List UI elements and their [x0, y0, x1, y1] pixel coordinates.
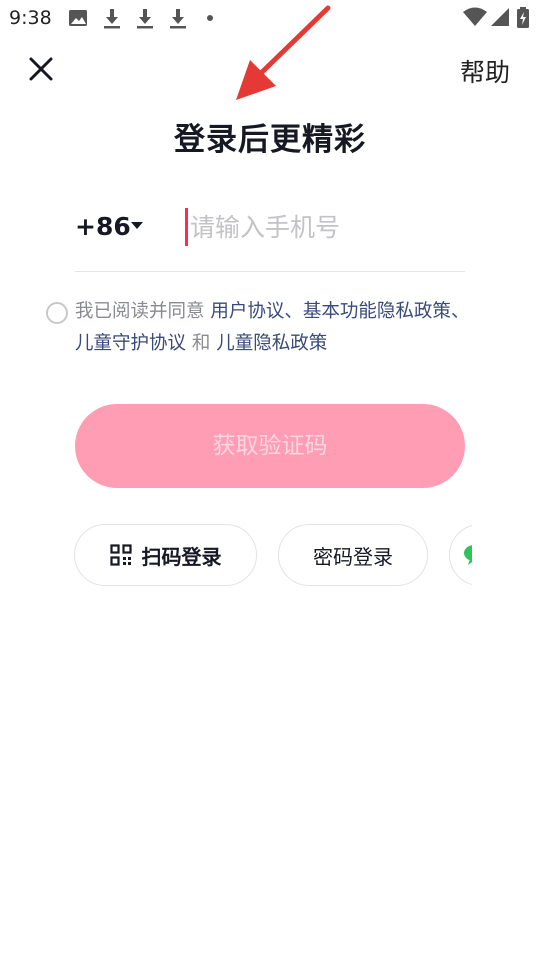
wifi-icon — [463, 7, 487, 26]
agreement-separator: 、 — [284, 301, 303, 322]
child-privacy-policy-link[interactable]: 儿童隐私政策 — [216, 333, 327, 354]
help-link[interactable]: 帮助 — [460, 53, 510, 89]
agreement-checkbox[interactable] — [46, 302, 68, 324]
download-icon — [137, 9, 153, 29]
qr-code-icon — [109, 544, 132, 566]
login-screen: 9:38 帮助 登录后更精彩 +86 请输入手机号 我已阅读并同意 用户协议、基… — [0, 0, 540, 960]
alternative-login-row: 扫码登录 密码登录 — [0, 524, 540, 588]
status-time: 9:38 — [9, 7, 52, 29]
phone-number-input[interactable] — [190, 204, 460, 250]
scroll-fade — [472, 524, 540, 588]
page-title: 登录后更精彩 — [174, 122, 366, 158]
download-icon — [170, 9, 186, 29]
agreement-prefix: 我已阅读并同意 — [75, 301, 211, 322]
qr-login-button[interactable]: 扫码登录 — [74, 524, 257, 586]
battery-charging-icon — [517, 7, 529, 28]
password-login-button[interactable]: 密码登录 — [278, 524, 428, 586]
qr-login-label: 扫码登录 — [141, 544, 222, 569]
dot-icon — [207, 15, 213, 21]
agreement-text: 我已阅读并同意 用户协议、基本功能隐私政策、儿童守护协议 和 儿童隐私政策 — [75, 296, 470, 360]
close-icon[interactable] — [24, 52, 58, 86]
text-cursor — [185, 208, 188, 246]
status-bar: 9:38 — [0, 0, 540, 36]
agreement-and: 和 — [186, 333, 217, 354]
user-agreement-link[interactable]: 用户协议 — [210, 301, 284, 322]
caret-down-icon[interactable] — [131, 222, 143, 230]
password-login-label: 密码登录 — [313, 544, 393, 569]
signal-icon — [491, 8, 509, 26]
phone-input-row: +86 — [75, 200, 465, 272]
basic-privacy-policy-link[interactable]: 基本功能隐私政策 — [303, 301, 451, 322]
child-protection-agreement-link[interactable]: 儿童守护协议 — [75, 333, 186, 354]
agreement-separator: 、 — [450, 301, 470, 322]
get-verification-code-button[interactable]: 获取验证码 — [75, 404, 465, 488]
download-icon — [104, 9, 120, 29]
image-icon — [69, 10, 87, 26]
country-code-selector[interactable]: +86 — [75, 212, 131, 241]
